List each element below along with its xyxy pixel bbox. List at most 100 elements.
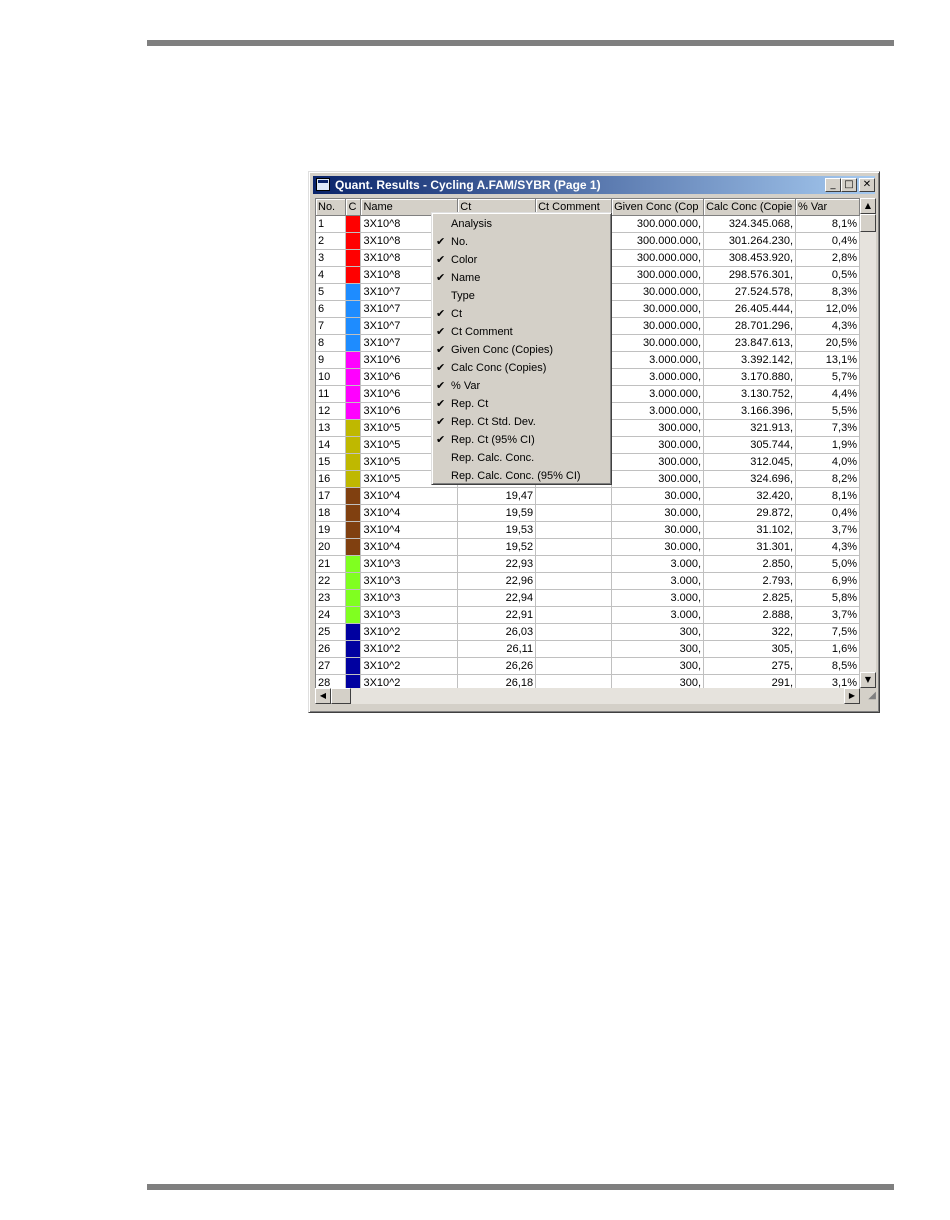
row-given-conc[interactable]: 3.000.000, bbox=[611, 385, 705, 403]
menu-item[interactable]: Analysis bbox=[432, 215, 611, 233]
row-number[interactable]: 15 bbox=[316, 453, 347, 471]
color-swatch[interactable] bbox=[345, 453, 362, 471]
row-given-conc[interactable]: 3.000.000, bbox=[611, 402, 705, 420]
row-number[interactable]: 1 bbox=[316, 215, 347, 233]
row-number[interactable]: 26 bbox=[316, 640, 347, 658]
row-ct-comment[interactable] bbox=[535, 572, 613, 590]
row-ct[interactable]: 19,52 bbox=[457, 538, 537, 556]
row-percent-var[interactable]: 7,3% bbox=[795, 419, 860, 437]
row-number[interactable]: 6 bbox=[316, 300, 347, 318]
row-number[interactable]: 28 bbox=[316, 674, 347, 688]
row-ct-comment[interactable] bbox=[535, 674, 613, 688]
row-calc-conc[interactable]: 324.696, bbox=[703, 470, 797, 488]
row-number[interactable]: 5 bbox=[316, 283, 347, 301]
row-given-conc[interactable]: 300.000, bbox=[611, 453, 705, 471]
row-given-conc[interactable]: 3.000.000, bbox=[611, 351, 705, 369]
row-percent-var[interactable]: 5,5% bbox=[795, 402, 860, 420]
row-calc-conc[interactable]: 31.301, bbox=[703, 538, 797, 556]
row-ct-comment[interactable] bbox=[535, 640, 613, 658]
row-name[interactable]: 3X10^2 bbox=[360, 623, 459, 641]
row-percent-var[interactable]: 4,3% bbox=[795, 538, 860, 556]
row-number[interactable]: 21 bbox=[316, 555, 347, 573]
row-percent-var[interactable]: 8,3% bbox=[795, 283, 860, 301]
row-given-conc[interactable]: 30.000, bbox=[611, 538, 705, 556]
row-name[interactable]: 3X10^4 bbox=[360, 504, 459, 522]
row-calc-conc[interactable]: 305, bbox=[703, 640, 797, 658]
row-percent-var[interactable]: 8,1% bbox=[795, 487, 860, 505]
menu-item[interactable]: ✔ Name bbox=[432, 269, 611, 287]
row-calc-conc[interactable]: 2.888, bbox=[703, 606, 797, 624]
table-row[interactable]: 19 3X10^4 19,53 30.000, 31.102, 3,7% bbox=[316, 521, 860, 539]
row-number[interactable]: 4 bbox=[316, 266, 347, 284]
table-row[interactable]: 24 3X10^3 22,91 3.000, 2.888, 3,7% bbox=[316, 606, 860, 624]
color-swatch[interactable] bbox=[345, 402, 362, 420]
row-ct[interactable]: 22,91 bbox=[457, 606, 537, 624]
row-calc-conc[interactable]: 28.701.296, bbox=[703, 317, 797, 335]
row-ct[interactable]: 19,59 bbox=[457, 504, 537, 522]
row-calc-conc[interactable]: 291, bbox=[703, 674, 797, 688]
table-row[interactable]: 17 3X10^4 19,47 30.000, 32.420, 8,1% bbox=[316, 487, 860, 505]
row-name[interactable]: 3X10^3 bbox=[360, 589, 459, 607]
menu-item[interactable]: ✔ Given Conc (Copies) bbox=[432, 341, 611, 359]
color-swatch[interactable] bbox=[345, 300, 362, 318]
row-given-conc[interactable]: 300, bbox=[611, 657, 705, 675]
row-percent-var[interactable]: 8,1% bbox=[795, 215, 860, 233]
color-swatch[interactable] bbox=[345, 555, 362, 573]
maximize-button[interactable]: □ bbox=[841, 178, 857, 192]
color-swatch[interactable] bbox=[345, 385, 362, 403]
row-number[interactable]: 11 bbox=[316, 385, 347, 403]
row-ct[interactable]: 22,93 bbox=[457, 555, 537, 573]
menu-item[interactable]: ✔ No. bbox=[432, 233, 611, 251]
row-given-conc[interactable]: 3.000.000, bbox=[611, 368, 705, 386]
row-calc-conc[interactable]: 32.420, bbox=[703, 487, 797, 505]
close-button[interactable]: ✕ bbox=[859, 178, 875, 192]
row-percent-var[interactable]: 2,8% bbox=[795, 249, 860, 267]
row-calc-conc[interactable]: 31.102, bbox=[703, 521, 797, 539]
col-header-no[interactable]: No. bbox=[316, 199, 347, 216]
menu-item[interactable]: ✔ Calc Conc (Copies) bbox=[432, 359, 611, 377]
color-swatch[interactable] bbox=[345, 521, 362, 539]
color-swatch[interactable] bbox=[345, 538, 362, 556]
row-calc-conc[interactable]: 29.872, bbox=[703, 504, 797, 522]
row-calc-conc[interactable]: 23.847.613, bbox=[703, 334, 797, 352]
row-given-conc[interactable]: 300, bbox=[611, 640, 705, 658]
row-given-conc[interactable]: 3.000, bbox=[611, 606, 705, 624]
row-given-conc[interactable]: 300.000.000, bbox=[611, 266, 705, 284]
table-row[interactable]: 20 3X10^4 19,52 30.000, 31.301, 4,3% bbox=[316, 538, 860, 556]
table-row[interactable]: 21 3X10^3 22,93 3.000, 2.850, 5,0% bbox=[316, 555, 860, 573]
menu-item[interactable]: Rep. Calc. Conc. (95% CI) bbox=[432, 467, 611, 485]
row-given-conc[interactable]: 3.000, bbox=[611, 555, 705, 573]
row-given-conc[interactable]: 300, bbox=[611, 623, 705, 641]
row-given-conc[interactable]: 30.000.000, bbox=[611, 334, 705, 352]
row-percent-var[interactable]: 3,7% bbox=[795, 606, 860, 624]
row-calc-conc[interactable]: 301.264.230, bbox=[703, 232, 797, 250]
row-number[interactable]: 20 bbox=[316, 538, 347, 556]
table-row[interactable]: 28 3X10^2 26,18 300, 291, 3,1% bbox=[316, 674, 860, 688]
row-ct[interactable]: 26,11 bbox=[457, 640, 537, 658]
row-given-conc[interactable]: 3.000, bbox=[611, 572, 705, 590]
vertical-scrollbar[interactable]: ▲ ▼ bbox=[860, 198, 876, 688]
color-swatch[interactable] bbox=[345, 606, 362, 624]
color-swatch[interactable] bbox=[345, 623, 362, 641]
row-percent-var[interactable]: 1,9% bbox=[795, 436, 860, 454]
row-name[interactable]: 3X10^3 bbox=[360, 555, 459, 573]
row-percent-var[interactable]: 13,1% bbox=[795, 351, 860, 369]
row-percent-var[interactable]: 3,1% bbox=[795, 674, 860, 688]
row-number[interactable]: 2 bbox=[316, 232, 347, 250]
row-ct[interactable]: 26,03 bbox=[457, 623, 537, 641]
menu-item[interactable]: ✔ Ct bbox=[432, 305, 611, 323]
table-row[interactable]: 25 3X10^2 26,03 300, 322, 7,5% bbox=[316, 623, 860, 641]
row-calc-conc[interactable]: 2.825, bbox=[703, 589, 797, 607]
row-percent-var[interactable]: 4,3% bbox=[795, 317, 860, 335]
row-given-conc[interactable]: 300.000.000, bbox=[611, 215, 705, 233]
row-percent-var[interactable]: 0,5% bbox=[795, 266, 860, 284]
menu-item[interactable]: ✔ Color bbox=[432, 251, 611, 269]
row-ct-comment[interactable] bbox=[535, 589, 613, 607]
menu-item[interactable]: ✔ Rep. Ct (95% CI) bbox=[432, 431, 611, 449]
row-percent-var[interactable]: 0,4% bbox=[795, 504, 860, 522]
row-name[interactable]: 3X10^3 bbox=[360, 572, 459, 590]
menu-item[interactable]: ✔ Rep. Ct Std. Dev. bbox=[432, 413, 611, 431]
row-percent-var[interactable]: 12,0% bbox=[795, 300, 860, 318]
color-swatch[interactable] bbox=[345, 436, 362, 454]
row-number[interactable]: 9 bbox=[316, 351, 347, 369]
